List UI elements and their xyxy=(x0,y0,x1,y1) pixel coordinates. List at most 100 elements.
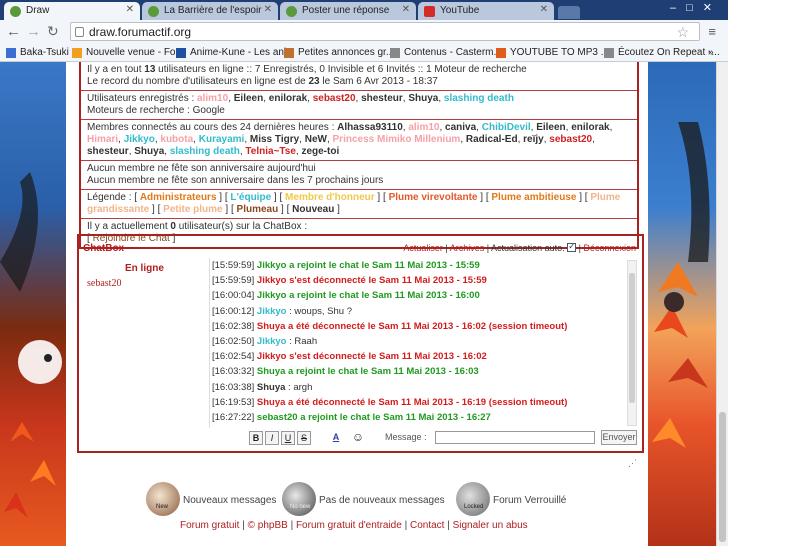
connected-user-link[interactable]: enilorak xyxy=(571,122,609,133)
connected-user-link[interactable]: kubota xyxy=(160,134,193,145)
page-info-icon[interactable] xyxy=(75,27,84,37)
message-timestamp: [16:27:22] xyxy=(212,412,255,424)
close-tab-icon[interactable]: ✕ xyxy=(264,4,272,15)
registered-user-link[interactable]: Shuya xyxy=(408,93,438,104)
group-legend-link[interactable]: L'équipe xyxy=(230,192,271,203)
group-legend-link[interactable]: Administrateurs xyxy=(140,192,217,203)
connected-user-link[interactable]: caniva xyxy=(445,122,476,133)
connected-user-link[interactable]: sebast20 xyxy=(549,134,592,145)
bold-button[interactable]: B xyxy=(249,431,263,445)
message-author[interactable]: Shuya xyxy=(257,382,286,393)
bookmark-item[interactable]: Baka-Tsuki xyxy=(6,47,69,58)
text-color-button[interactable]: A xyxy=(325,431,347,445)
browser-menu-icon[interactable]: ≡ xyxy=(708,24,716,39)
birthdays-section: Aucun membre ne fête son anniversaire au… xyxy=(81,161,637,190)
footer-contact-link[interactable]: Contact xyxy=(410,520,444,531)
connected-user-link[interactable]: Jikkyo xyxy=(124,134,155,145)
underline-button[interactable]: U xyxy=(281,431,295,445)
registered-user-link[interactable]: enilorak xyxy=(269,93,307,104)
connected-user-link[interactable]: Princess Mimiko Millenium xyxy=(333,134,461,145)
footer-forum-gratuit-link[interactable]: Forum gratuit xyxy=(180,520,239,531)
connected-user-link[interactable]: alim10 xyxy=(408,122,439,133)
bookmark-item[interactable]: Anime-Kune - Les ani... xyxy=(176,47,295,58)
connected-user-link[interactable]: Radical-Ed xyxy=(466,134,518,145)
message-input[interactable] xyxy=(435,431,595,444)
group-legend-link[interactable]: Nouveau xyxy=(292,204,334,215)
close-tab-icon[interactable]: ✕ xyxy=(540,4,548,15)
window-controls[interactable]: –□✕ xyxy=(670,1,722,14)
auto-refresh-checkbox[interactable] xyxy=(567,241,577,252)
connected-user-link[interactable]: NeW xyxy=(305,134,327,145)
chat-scrollbar-thumb[interactable] xyxy=(629,273,635,403)
bookmark-item[interactable]: Contenus - Casterm... xyxy=(390,47,502,58)
connected-user-link[interactable]: shesteur xyxy=(87,146,129,157)
bookmarks-overflow-icon[interactable]: » xyxy=(708,47,714,58)
close-tab-icon[interactable]: ✕ xyxy=(126,4,134,15)
message-author[interactable]: Jikkyo xyxy=(257,306,287,317)
tab-draw[interactable]: Draw ✕ xyxy=(4,2,140,20)
group-legend-link[interactable]: Membre d'honneur xyxy=(285,192,375,203)
registered-user-link[interactable]: sebast20 xyxy=(313,93,356,104)
tab-barriere[interactable]: La Barrière de l'espoir ✕ xyxy=(142,2,278,20)
reload-icon[interactable]: ↻ xyxy=(47,23,59,40)
strike-button[interactable]: S xyxy=(297,431,311,445)
group-legend-link[interactable]: Plumeau xyxy=(237,204,279,215)
chatbox-title: ChatBox xyxy=(83,243,125,254)
footer-abuse-link[interactable]: Signaler un abus xyxy=(453,520,528,531)
tab-poster-reponse[interactable]: Poster une réponse ✕ xyxy=(280,2,416,20)
smiley-icon[interactable]: ☺ xyxy=(347,431,369,445)
minimize-icon[interactable]: – xyxy=(670,2,686,14)
chat-scrollbar[interactable] xyxy=(627,260,637,426)
new-tab-button[interactable] xyxy=(558,6,580,19)
group-legend-link[interactable]: Petite plume xyxy=(163,204,222,215)
tab-title: YouTube xyxy=(440,5,480,16)
connected-user-link[interactable]: Miss Tigry xyxy=(250,134,299,145)
disconnect-link[interactable]: Déconnexion xyxy=(583,243,636,253)
connected-user-link[interactable]: Alhassa93110 xyxy=(337,122,403,133)
connected-user-link[interactable]: Telnia~Tse xyxy=(245,146,295,157)
address-bar[interactable]: draw.forumactif.org ☆ xyxy=(70,22,700,41)
connected-user-link[interactable]: zege-toi xyxy=(301,146,339,157)
online-user-link[interactable]: sebast20 xyxy=(87,278,121,289)
group-legend-list: [ Administrateurs ] [ L'équipe ] [ Membr… xyxy=(87,192,621,215)
bookmark-favicon-icon xyxy=(72,48,82,58)
refresh-link[interactable]: Actualiser xyxy=(403,243,443,253)
close-window-icon[interactable]: ✕ xyxy=(703,2,722,14)
connected-user-link[interactable]: Kurayami xyxy=(199,134,245,145)
message-text: Shuya a rejoint le chat le Sam 11 Mai 20… xyxy=(256,366,479,378)
chat-message: [16:02:38] Shuya a été déconnecté le Sam… xyxy=(210,319,624,334)
bookmark-star-icon[interactable]: ☆ xyxy=(676,24,689,41)
bookmark-item[interactable]: Petites annonces gr... xyxy=(284,47,394,58)
connected-user-link[interactable]: ChibiDevil xyxy=(482,122,531,133)
bookmark-item[interactable]: Écoutez On Repeat -... xyxy=(604,47,720,58)
message-text: argh xyxy=(293,381,313,393)
tab-youtube[interactable]: YouTube ✕ xyxy=(418,2,554,20)
connected-user-link[interactable]: Himari xyxy=(87,134,118,145)
footer-phpbb-link[interactable]: © phpBB xyxy=(248,520,288,531)
archives-link[interactable]: Archives xyxy=(450,243,485,253)
connected-user-link[interactable]: Shuya xyxy=(134,146,164,157)
group-legend-link[interactable]: Plume ambitieuse xyxy=(491,192,576,203)
group-legend-link[interactable]: Plume virevoltante xyxy=(389,192,478,203)
maximize-icon[interactable]: □ xyxy=(686,2,703,14)
footer-entraide-link[interactable]: Forum gratuit d'entraide xyxy=(296,520,402,531)
send-button[interactable]: Envoyer xyxy=(601,430,637,445)
registered-user-link[interactable]: shesteur xyxy=(361,93,403,104)
connected-user-link[interactable]: Eileen xyxy=(536,122,565,133)
connected-user-link[interactable]: reïjy xyxy=(523,134,544,145)
back-icon[interactable]: ← xyxy=(6,23,21,40)
connected-user-link[interactable]: slashing death xyxy=(170,146,240,157)
bookmark-item[interactable]: YOUTUBE TO MP3 ... xyxy=(496,47,609,58)
registered-user-link[interactable]: Eileen xyxy=(234,93,263,104)
italic-button[interactable]: I xyxy=(265,431,279,445)
bookmark-item[interactable]: Nouvelle venue - Fo... xyxy=(72,47,184,58)
resize-grip-icon[interactable]: ⋰ xyxy=(628,458,638,468)
registered-user-link[interactable]: alim10 xyxy=(197,93,228,104)
scrollbar-thumb[interactable] xyxy=(719,412,726,542)
page-scrollbar[interactable] xyxy=(716,62,728,546)
online-stats: Il y a en tout 13 utilisateurs en ligne … xyxy=(81,62,637,91)
message-author[interactable]: Jikkyo xyxy=(257,336,287,347)
forward-icon[interactable]: → xyxy=(26,23,41,40)
registered-user-link[interactable]: slashing death xyxy=(444,93,514,104)
close-tab-icon[interactable]: ✕ xyxy=(402,4,410,15)
